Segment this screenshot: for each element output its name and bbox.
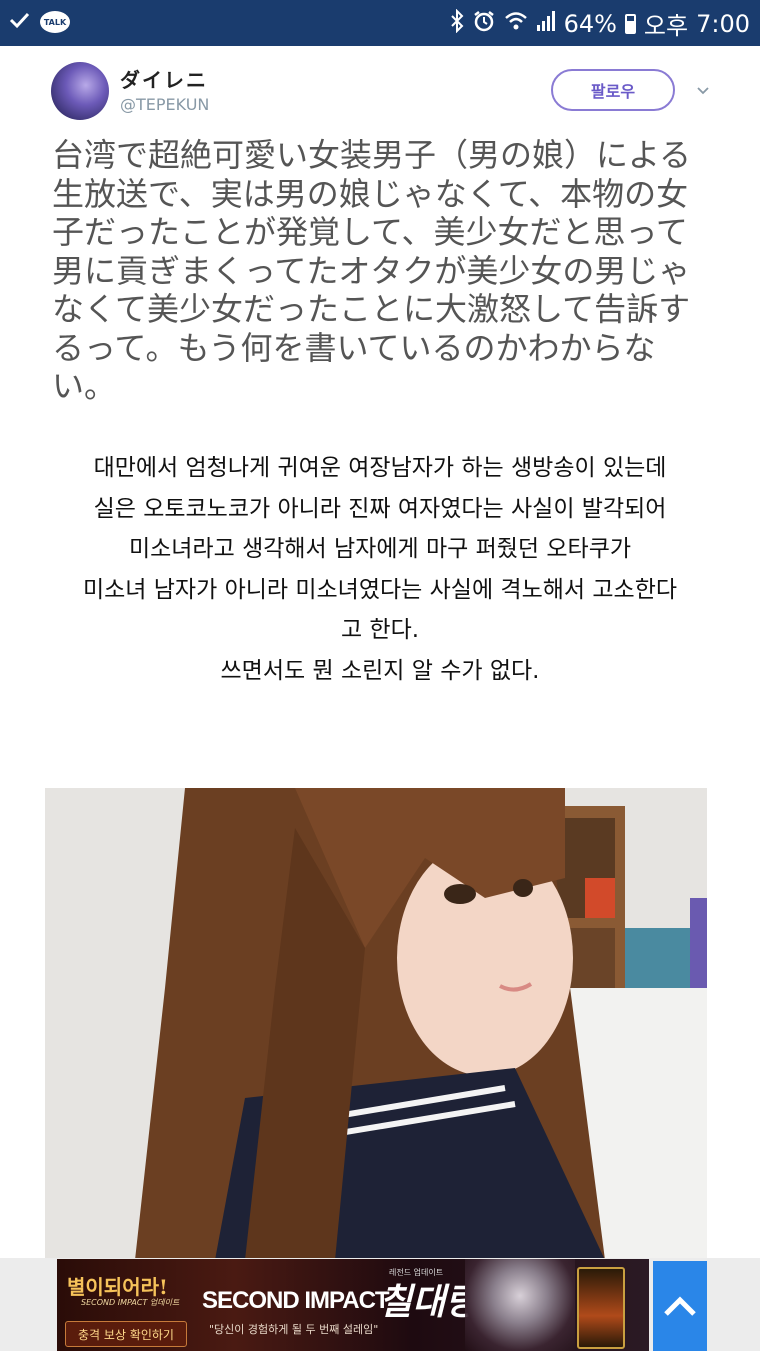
scroll-top-button[interactable]: [653, 1261, 707, 1351]
translation-line: 미소녀라고 생각해서 남자에게 마구 퍼줬던 오타쿠가: [128, 536, 632, 562]
translation-line: 실은 오토코노코가 아니라 진짜 여자였다는 사실이 발각되어: [93, 495, 667, 522]
ampm-label: 오후: [643, 12, 689, 40]
tweet-text: 台湾で超絶可愛い女装男子（男の娘）による生放送で、実は男の娘じゃなくて、本物の女…: [52, 136, 692, 405]
user-handle[interactable]: @TEPEKUN: [120, 95, 209, 114]
translation-line: 고 한다.: [340, 617, 420, 643]
translation-block: 대만에서 엄청나게 귀여운 여장남자가 하는 생방송이 있는데 실은 오토코노코…: [20, 448, 740, 691]
battery-percent: 64%: [563, 9, 617, 38]
translation-line: 대만에서 엄청나게 귀여운 여장남자가 하는 생방송이 있는데: [93, 455, 667, 481]
ad-title-kr: 칠대랑: [379, 1281, 479, 1323]
tweet-photo[interactable]: [45, 788, 707, 1260]
chevron-down-icon[interactable]: [697, 82, 709, 95]
bluetooth-icon: [450, 8, 464, 39]
ad-card-image: [577, 1267, 625, 1349]
battery-level: [626, 21, 634, 32]
ad-cta-button[interactable]: 충격 보상 확인하기: [65, 1321, 187, 1347]
ad-logo-sub: SECOND IMPACT 업데이트: [81, 1298, 180, 1307]
avatar[interactable]: [51, 62, 109, 120]
ad-logo: 별이되어라!: [67, 1275, 168, 1299]
ad-creative[interactable]: 별이되어라! SECOND IMPACT 업데이트 충격 보상 확인하기 레전드…: [57, 1259, 649, 1351]
follow-button[interactable]: 팔로우: [551, 69, 675, 111]
ad-banner[interactable]: 별이되어라! SECOND IMPACT 업데이트 충격 보상 확인하기 레전드…: [0, 1258, 760, 1351]
ad-title: SECOND IMPACT: [202, 1287, 390, 1314]
ad-tagline: "당신이 경험하게 될 두 번째 설레임": [209, 1323, 379, 1336]
translation-line: 미소녀 남자가 아니라 미소녀였다는 사실에 격노해서 고소한다: [82, 576, 678, 603]
display-name[interactable]: ダイレニ: [120, 64, 208, 93]
translation-line: 쓰면서도 뭔 소린지 알 수가 없다.: [220, 657, 540, 684]
battery-icon: [624, 13, 636, 34]
arrow-up-icon: [664, 1296, 696, 1316]
kakaotalk-icon: TALK: [40, 11, 70, 33]
signal-icon: [536, 10, 556, 38]
ad-character-image: [465, 1259, 575, 1351]
wifi-icon: [504, 10, 528, 38]
clock: 7:00: [696, 9, 750, 38]
alarm-icon: [472, 9, 496, 39]
status-bar: TALK 64% 오후 7:00: [0, 0, 760, 46]
check-icon: [8, 9, 30, 35]
